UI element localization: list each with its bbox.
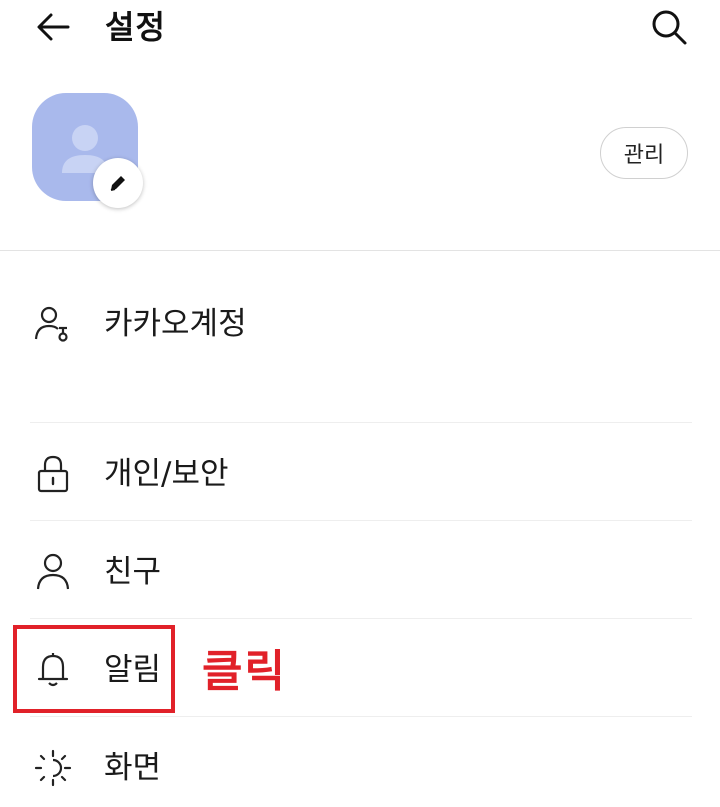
edit-profile-button[interactable] <box>93 158 143 208</box>
menu-item-display[interactable]: 화면 <box>0 727 720 807</box>
profile-section: 관리 <box>0 60 720 250</box>
section-divider <box>0 250 720 251</box>
menu-divider <box>30 422 692 423</box>
menu-item-kakao-account[interactable]: 카카오계정 <box>0 283 720 363</box>
manage-button[interactable]: 관리 <box>600 127 688 179</box>
menu-label: 개인/보안 <box>104 456 229 492</box>
menu-divider <box>30 618 692 619</box>
back-button[interactable] <box>32 7 74 47</box>
top-bar: 설정 <box>0 0 720 60</box>
menu-label: 알림 <box>104 652 162 688</box>
brightness-icon <box>30 745 76 791</box>
menu-divider <box>30 716 692 717</box>
click-annotation: 클릭 <box>202 646 287 697</box>
menu-divider <box>30 520 692 521</box>
search-icon <box>652 10 687 45</box>
account-key-icon <box>30 301 76 347</box>
lock-icon <box>30 451 76 497</box>
page-title: 설정 <box>105 8 166 46</box>
search-button[interactable] <box>646 5 692 49</box>
menu-item-privacy-security[interactable]: 개인/보안 <box>0 433 720 513</box>
bell-icon <box>30 647 76 693</box>
menu-label: 화면 <box>104 750 162 786</box>
person-icon <box>30 549 76 595</box>
menu-label: 친구 <box>104 554 162 590</box>
back-arrow-icon <box>37 13 70 41</box>
pencil-icon <box>110 176 125 191</box>
menu-item-notifications[interactable]: 알림 <box>0 629 720 709</box>
menu-label: 카카오계정 <box>104 306 247 342</box>
menu-item-friends[interactable]: 친구 <box>0 531 720 611</box>
